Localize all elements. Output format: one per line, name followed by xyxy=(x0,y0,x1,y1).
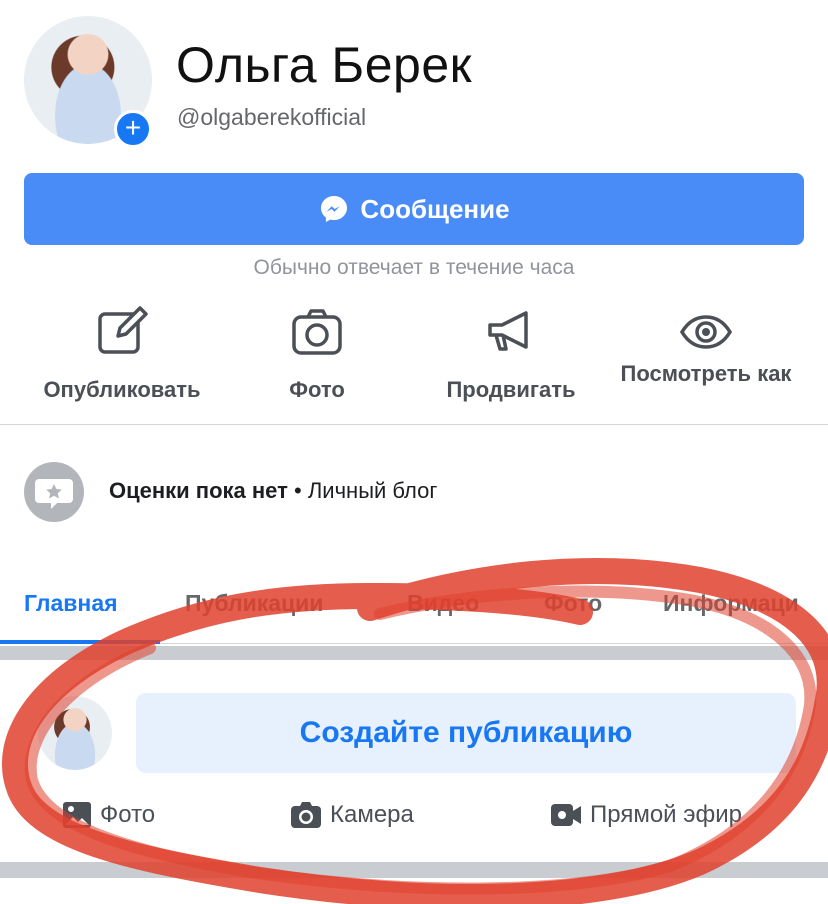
rating-summary: Оценки пока нет • Личный блог xyxy=(109,478,437,504)
page-title: Ольга Берек xyxy=(176,37,473,93)
tab-videos[interactable]: Видео xyxy=(407,590,479,617)
messenger-icon xyxy=(321,196,348,222)
rating-status: Оценки пока нет xyxy=(109,478,288,503)
page-category: Личный блог xyxy=(307,478,438,503)
tab-about[interactable]: Информаци xyxy=(663,590,799,617)
camera-icon xyxy=(292,309,342,355)
composer-camera-label: Камера xyxy=(330,801,414,828)
photo-icon xyxy=(63,802,91,828)
page-tabs: Главная Публикации Видео Фото Информаци xyxy=(0,580,828,644)
composer-camera-button[interactable]: Камера xyxy=(290,800,414,830)
eye-icon xyxy=(680,315,732,349)
section-divider xyxy=(0,424,828,425)
section-separator xyxy=(0,646,828,660)
review-star-icon xyxy=(35,479,73,509)
plus-icon: + xyxy=(124,112,142,143)
tab-posts[interactable]: Публикации xyxy=(185,590,323,617)
composer-live-button[interactable]: Прямой эфир xyxy=(550,800,742,830)
add-profile-photo-button[interactable]: + xyxy=(114,110,152,148)
composer-live-label: Прямой эфир xyxy=(590,801,742,828)
response-time-note: Обычно отвечает в течение часа xyxy=(253,256,575,279)
composer-photo-label: Фото xyxy=(100,801,156,828)
page-actions-row: Опубликовать Фото Продвигать Посмотреть … xyxy=(0,300,828,424)
promote-action-label: Продвигать xyxy=(446,377,576,402)
message-button[interactable]: Сообщение xyxy=(24,173,804,245)
edit-icon xyxy=(98,306,148,354)
photo-action[interactable]: Фото xyxy=(217,300,417,404)
publish-action-label: Опубликовать xyxy=(43,377,201,402)
view-as-action-label: Посмотреть как xyxy=(620,361,792,386)
section-separator xyxy=(0,862,828,878)
tab-home[interactable]: Главная xyxy=(24,590,118,617)
composer-photo-button[interactable]: Фото xyxy=(62,800,155,830)
photo-action-label: Фото xyxy=(289,377,345,402)
active-tab-indicator xyxy=(0,640,160,644)
page-handle: @olgaberekofficial xyxy=(177,104,367,130)
view-as-action[interactable]: Посмотреть как xyxy=(606,300,806,388)
camera-icon xyxy=(291,802,321,828)
promote-action[interactable]: Продвигать xyxy=(411,300,611,404)
create-post-button[interactable]: Создайте публикацию xyxy=(136,693,796,773)
rating-separator: • xyxy=(294,478,302,503)
publish-action[interactable]: Опубликовать xyxy=(22,300,222,404)
review-icon-badge xyxy=(24,462,84,522)
live-video-icon xyxy=(551,804,581,826)
megaphone-icon xyxy=(488,311,528,351)
tab-photos[interactable]: Фото xyxy=(544,590,602,617)
composer-avatar xyxy=(38,696,112,770)
message-button-label: Сообщение xyxy=(360,193,510,224)
